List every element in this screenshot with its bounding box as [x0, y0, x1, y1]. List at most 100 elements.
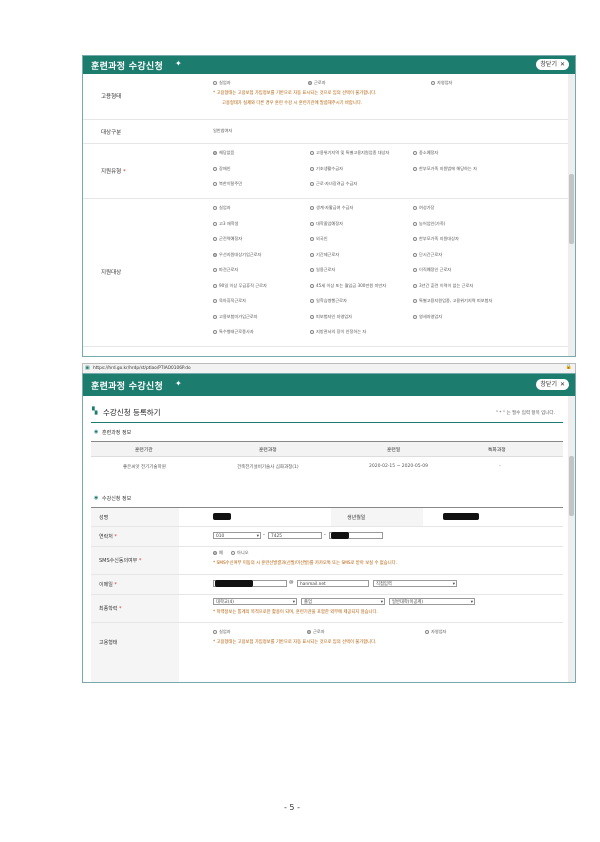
url-text: https://hrd.go.kr/hrdp/st/ptlao/PTIAO010… — [93, 365, 191, 371]
support-target-opt-15[interactable]: 이직예정인 근로자 — [413, 267, 451, 273]
bottom-scroll-thumb[interactable] — [569, 456, 574, 516]
radio-icon — [213, 206, 217, 210]
support-target-opt-18[interactable]: 3년간 훈련 이력이 없는 근로자 — [413, 283, 473, 289]
form-heading: 수강신청 등록하기 — [103, 408, 161, 417]
radio-icon — [310, 182, 314, 186]
support-target-opt-3[interactable]: 여성가장 — [413, 205, 434, 211]
phone1-select[interactable]: 010 ▾ — [213, 532, 261, 539]
radio-icon — [307, 630, 311, 634]
radio-icon — [413, 151, 417, 155]
bottom-scrollbar[interactable] — [568, 396, 575, 682]
support-target-opt-5[interactable]: 대학졸업예정자 — [310, 221, 343, 227]
page-number: - 5 - — [284, 803, 300, 812]
top-titlebar: 훈련과정 수강신청 ✦ 창닫기 ✕ — [83, 56, 575, 74]
support-type-opt-6[interactable]: 한부모가족 지원법에 해당하는 자 — [413, 166, 477, 172]
support-target-opt-23[interactable]: 피보험자인 자영업자 — [310, 314, 352, 320]
email-domain-select[interactable]: 직접입력 ▾ — [373, 580, 457, 587]
apply-section-icon: ◉ — [94, 495, 99, 501]
support-target-opt-16[interactable]: 90일 이상 무급휴직 근로자 — [213, 283, 267, 289]
edu-level-select[interactable]: 대학교(4) ▾ — [213, 598, 297, 605]
top-window-title: 훈련과정 수강신청 — [91, 62, 164, 72]
td-course: 건축전기설비기술사 심화과정(1) — [237, 465, 299, 470]
support-target-opt-4[interactable]: 고3 재학생 — [213, 221, 238, 227]
support-target-opt-1[interactable]: 실업자 — [213, 205, 231, 211]
edu-status-select[interactable]: 졸업 ▾ — [301, 598, 385, 605]
top-close-button[interactable]: 창닫기 ✕ — [536, 59, 569, 70]
emp2-opt-1[interactable]: 실업자 — [213, 629, 231, 635]
birth-label: 생년월일 — [347, 515, 366, 521]
support-target-opt-19[interactable]: 육아휴직근로자 — [213, 298, 246, 304]
name-label: 성명 — [99, 515, 109, 521]
top-scrollbar[interactable] — [568, 74, 575, 356]
employment-note-1: * 고용형태는 고용보험 가입정보를 기반으로 자동 표시되는 것으로 임의 선… — [213, 91, 377, 96]
target-value: 일반참여자 — [213, 128, 233, 133]
support-target-opt-9[interactable]: 한부모가족 지원대상자 — [413, 236, 459, 242]
bottom-close-button[interactable]: 창닫기 ✕ — [536, 379, 569, 390]
support-target-opt-2[interactable]: 생계·자활급여 수급자 — [310, 205, 353, 211]
edu-row: 최종학력 * 대학교(4) ▾ 졸업 ▾ 일반대학(이공계) ▾ * 학력정보는 통계… — [91, 594, 563, 623]
support-target-opt-7[interactable]: 군전역예정자 — [213, 236, 242, 242]
emp-label: 고용형태 — [99, 640, 118, 646]
support-target-opt-8[interactable]: 외국인 — [310, 236, 328, 242]
chevron-down-icon: ▾ — [256, 534, 259, 539]
radio-icon — [213, 268, 217, 272]
radio-icon — [413, 252, 417, 257]
emp-opt-1[interactable]: 실업자 — [213, 80, 231, 86]
emp2-opt-2[interactable]: 근로자 — [307, 629, 325, 635]
support-target-opt-20[interactable]: 일학습병행근로자 — [310, 298, 347, 304]
phone2-input[interactable]: 7425 — [268, 532, 322, 539]
email-domain-input[interactable]: hanmail.net — [297, 580, 369, 587]
sms-note: * SMS수신여부 미동의 시 훈련선발결과(선발/미선발)를 카카오톡 또는 … — [213, 561, 397, 566]
chevron-down-icon: ▾ — [470, 600, 473, 605]
top-scroll-thumb[interactable] — [569, 174, 574, 244]
td-institution: 좋은씨앗 전기기술학원 — [123, 465, 166, 470]
apply-table: 성명 생년월일 연락처 * 010 ▾ - 7425 - SMS수신동의여부 * … — [91, 507, 563, 682]
radio-icon — [431, 81, 435, 85]
support-target-opt-21[interactable]: 특별고용지원업종, 고용위기지역 피보험자 — [413, 298, 492, 304]
support-target-opt-17[interactable]: 45세 이상 또는 월임금 300만원 미만자 — [310, 283, 386, 289]
support-target-opt-24[interactable]: 영세자영업자 — [413, 314, 442, 320]
support-type-opt-7[interactable]: 북한이탈주민 — [213, 181, 242, 187]
emp-opt-2[interactable]: 근로자 — [308, 80, 326, 86]
support-target-opt-12[interactable]: 단시간근로자 — [413, 252, 442, 258]
support-target-opt-6[interactable]: 농어업인(가족) — [413, 221, 445, 227]
th-special: 특화과정 — [488, 448, 506, 453]
support-type-opt-2[interactable]: 고용위기지역 및 특별고용지원업종 대상자 — [310, 150, 389, 156]
support-target-opt-10[interactable]: 우선지원대상기업근로자 — [213, 252, 261, 258]
course-table: 훈련기관 훈련과정 훈련일 특화과정 좋은씨앗 전기기술학원 건축전기설비기술사… — [91, 441, 563, 477]
support-target-opt-14[interactable]: 일용근로자 — [310, 267, 335, 273]
target-label: 대상구분 — [101, 130, 122, 136]
employment-row: 고용형태 실업자 근로자 자영업자 * 고용형태는 고용보험 가입정보를 기반으… — [83, 74, 568, 120]
radio-icon — [310, 314, 314, 319]
contact-label: 연락처 * — [99, 534, 117, 540]
radio-icon — [213, 221, 217, 226]
th-course: 훈련과정 — [259, 448, 277, 453]
radio-icon — [310, 283, 314, 288]
support-type-opt-5[interactable]: 기초생활수급자 — [310, 166, 343, 172]
chevron-down-icon: ▾ — [452, 582, 455, 587]
radio-icon — [413, 206, 417, 210]
support-target-opt-13[interactable]: 파견근로자 — [213, 267, 238, 273]
support-target-opt-11[interactable]: 기간제근로자 — [310, 252, 339, 258]
support-target-opt-25[interactable]: 특수형태근로종사자 — [213, 329, 254, 335]
emp2-opt-3[interactable]: 자영업자 — [425, 629, 446, 635]
support-type-opt-8[interactable]: 근로·자녀장려금 수급자 — [310, 181, 357, 187]
support-type-opt-4[interactable]: 장애인 — [213, 166, 231, 172]
radio-icon — [213, 81, 217, 85]
support-target-opt-26[interactable]: 지방관서의 장이 인정하는 자 — [310, 329, 366, 335]
apply-section-title: 수강신청 정보 — [102, 496, 132, 502]
sms-yes[interactable]: 예 — [213, 550, 223, 556]
support-target-row: 지원대상 실업자 생계·자활급여 수급자 여성가장 고3 재학생 대학졸업예정자 농어업인… — [83, 198, 568, 347]
emp-opt-3[interactable]: 자영업자 — [431, 80, 452, 86]
support-type-opt-1[interactable]: 해당없음 — [213, 150, 234, 156]
edu-major-select[interactable]: 일반대학(이공계) ▾ — [389, 598, 475, 605]
name-row: 성명 생년월일 — [91, 508, 563, 527]
radio-icon — [213, 237, 217, 241]
lock-icon: 🔒 — [565, 364, 572, 370]
email-at: @ — [289, 580, 294, 585]
sms-no[interactable]: 아니오 — [231, 550, 249, 556]
support-type-opt-3[interactable]: 중소예정자 — [413, 150, 438, 156]
support-target-opt-22[interactable]: 고용보험미가입근로자 — [213, 314, 258, 320]
th-date: 훈련일 — [387, 448, 401, 453]
radio-icon — [213, 630, 217, 634]
